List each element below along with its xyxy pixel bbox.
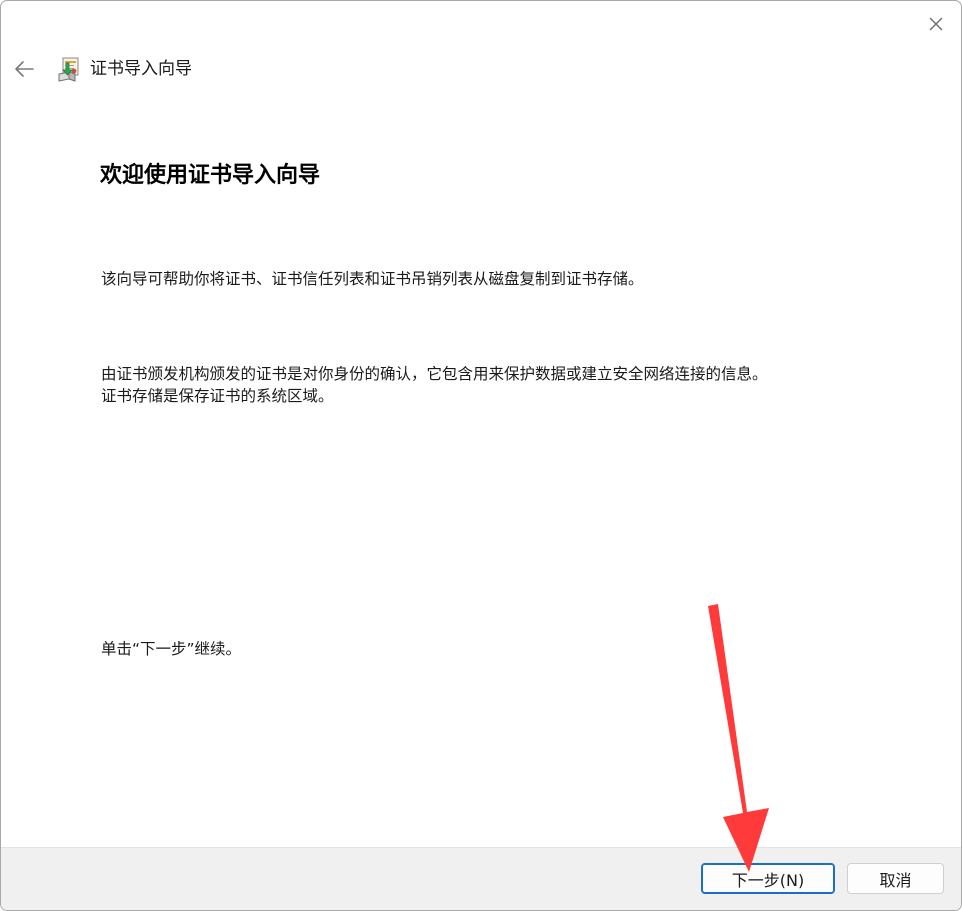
- back-button[interactable]: [7, 52, 41, 86]
- window-title: 证书导入向导: [90, 59, 192, 79]
- button-bar: 下一步(N) 取消: [1, 847, 961, 910]
- certificate-description-line1: 由证书颁发机构颁发的证书是对你身份的确认，它包含用来保护数据或建立安全网络连接的…: [101, 365, 768, 383]
- close-button[interactable]: [919, 7, 953, 41]
- back-arrow-icon: [15, 61, 34, 77]
- intro-paragraph: 该向导可帮助你将证书、证书信任列表和证书吊销列表从磁盘复制到证书存储。: [101, 270, 644, 288]
- certificate-import-wizard-window: 证书导入向导 欢迎使用证书导入向导 该向导可帮助你将证书、证书信任列表和证书吊销…: [0, 0, 962, 911]
- next-button[interactable]: 下一步(N): [701, 863, 835, 894]
- certificate-description-line2: 证书存储是保存证书的系统区域。: [101, 387, 334, 405]
- continue-instruction: 单击“下一步”继续。: [101, 640, 242, 658]
- certificate-wizard-icon: [58, 57, 79, 82]
- certificate-description: 由证书颁发机构颁发的证书是对你身份的确认，它包含用来保护数据或建立安全网络连接的…: [101, 363, 768, 407]
- close-icon: [929, 17, 943, 31]
- page-heading: 欢迎使用证书导入向导: [100, 163, 321, 188]
- cancel-button[interactable]: 取消: [847, 863, 944, 894]
